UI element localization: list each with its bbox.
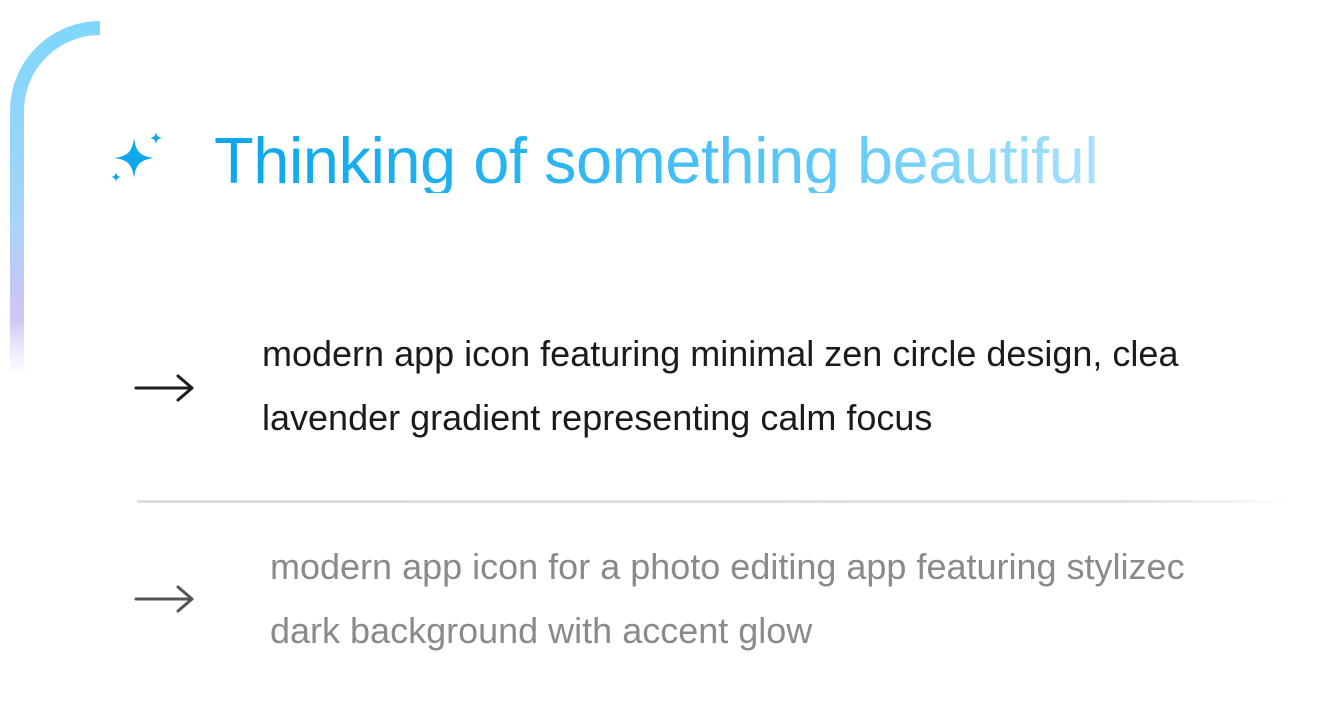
suggestion-item[interactable]: modern app icon featuring minimal zen ci… bbox=[0, 322, 1318, 472]
suggestion-line: dark background with accent glow bbox=[270, 610, 813, 651]
arrow-right-icon bbox=[134, 374, 194, 402]
divider bbox=[137, 500, 1297, 503]
suggestion-item[interactable]: modern app icon for a photo editing app … bbox=[0, 535, 1318, 685]
suggestion-line: modern app icon for a photo editing app … bbox=[270, 546, 1185, 587]
arrow-right-icon bbox=[134, 585, 194, 613]
suggestion-text: modern app icon featuring minimal zen ci… bbox=[262, 322, 1178, 450]
suggestion-text: modern app icon for a photo editing app … bbox=[270, 535, 1185, 663]
sparkle-icon bbox=[111, 132, 162, 182]
suggestion-line: lavender gradient representing calm focu… bbox=[262, 397, 933, 438]
thinking-header: Thinking of something beautiful bbox=[106, 112, 1099, 208]
suggestion-line: modern app icon featuring minimal zen ci… bbox=[262, 333, 1179, 374]
page-title: Thinking of something beautiful bbox=[214, 123, 1099, 197]
